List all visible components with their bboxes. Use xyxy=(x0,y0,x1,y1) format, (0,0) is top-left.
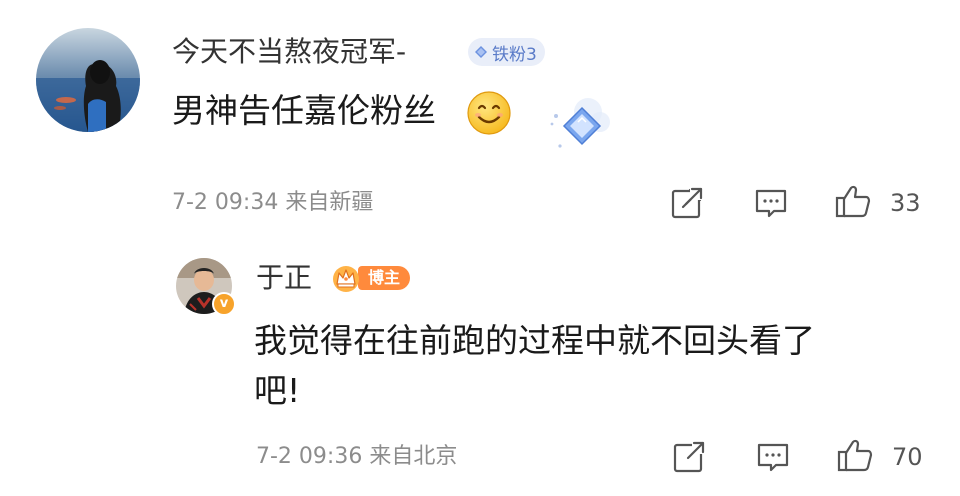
fan-badge-label: 铁粉3 xyxy=(492,44,537,65)
thumbs-up-icon[interactable] xyxy=(834,182,872,220)
comment-location: 来自新疆 xyxy=(285,190,374,215)
avatar-commenter[interactable] xyxy=(36,28,140,132)
avatar-replier[interactable]: v xyxy=(176,258,236,316)
thumbs-up-icon[interactable] xyxy=(836,436,874,474)
fan-level-badge[interactable]: 铁粉3 xyxy=(468,38,545,66)
comment-text: 男神告任嘉伦粉丝 xyxy=(172,91,436,130)
blogger-badge[interactable]: 博主 xyxy=(330,262,411,294)
comment-meta: 7-2 09:34 来自新疆 xyxy=(172,188,373,218)
crown-icon xyxy=(333,266,359,292)
verified-icon: v xyxy=(212,292,236,316)
like-count: 70 xyxy=(892,443,923,471)
commenter-username[interactable]: 今天不当熬夜冠军- xyxy=(172,34,406,70)
decorative-diamond-icon xyxy=(550,98,610,148)
avatar-image xyxy=(36,28,140,132)
blogger-badge-label: 博主 xyxy=(358,266,411,290)
comment-icon[interactable] xyxy=(754,438,792,476)
reply-meta: 7-2 09:36 来自北京 xyxy=(256,442,457,472)
like-count: 33 xyxy=(890,189,921,217)
comment-date: 7-2 09:34 xyxy=(172,190,279,215)
replier-username[interactable]: 于正 xyxy=(256,260,312,296)
reply-location: 来自北京 xyxy=(369,444,458,469)
diamond-icon xyxy=(475,46,487,58)
reply-date: 7-2 09:36 xyxy=(256,444,363,469)
reply-text-line-2: 吧! xyxy=(254,371,301,410)
comment-icon[interactable] xyxy=(752,184,790,222)
share-icon[interactable] xyxy=(668,184,706,222)
share-icon[interactable] xyxy=(670,438,708,476)
smile-emoji-icon xyxy=(467,91,511,135)
reply-text-line-1: 我觉得在往前跑的过程中就不回头看了 xyxy=(254,321,815,360)
